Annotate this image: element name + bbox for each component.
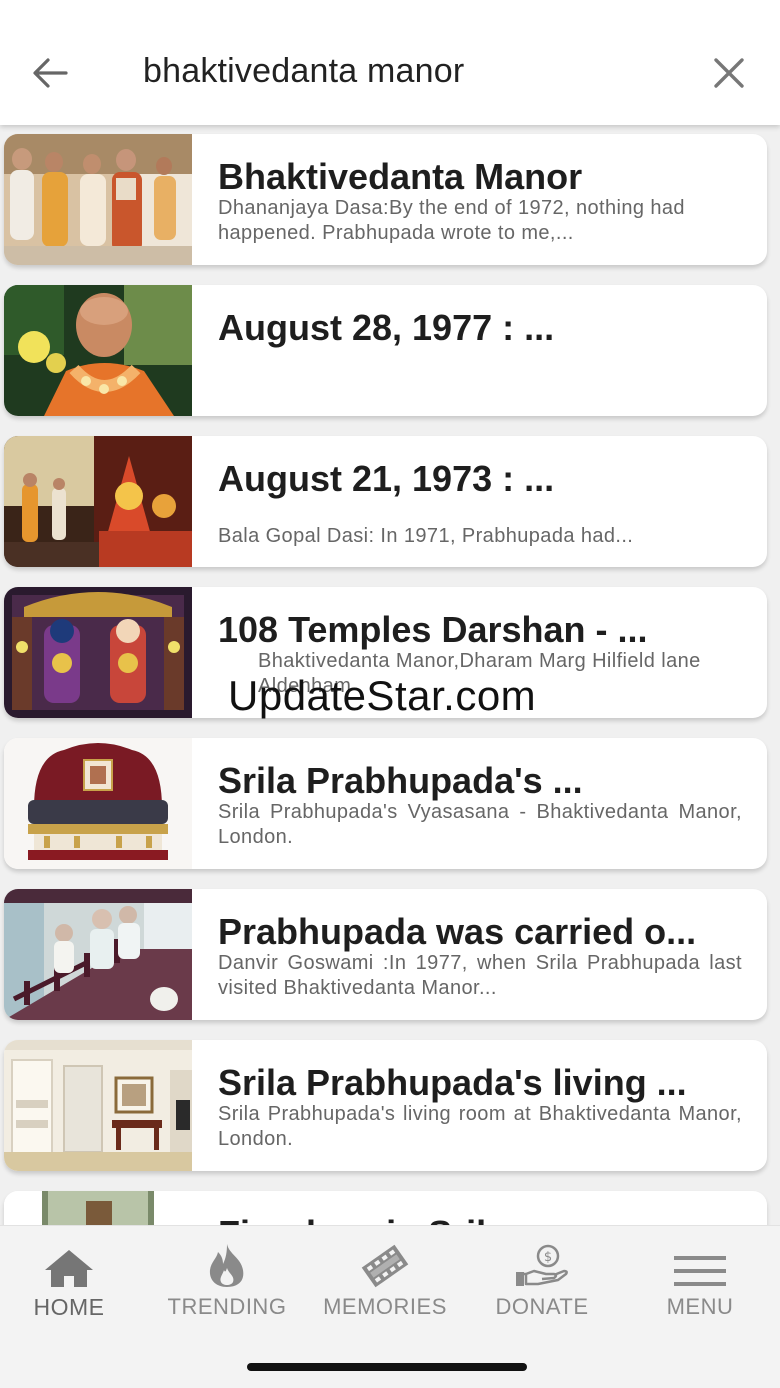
arrow-left-icon (33, 58, 68, 88)
result-title: Srila Prabhupada's ... (218, 760, 583, 801)
result-description: Dhananjaya Dasa:By the end of 1972, noth… (218, 197, 685, 244)
result-thumbnail (4, 587, 192, 718)
result-title: Fireplace in Srila (218, 1213, 748, 1225)
nav-trending[interactable]: TRENDING (152, 1240, 302, 1320)
result-title: August 21, 1973 : ... (218, 458, 555, 499)
nav-memories-label: MEMORIES (323, 1294, 447, 1319)
result-description: Srila Prabhupada's living room at Bhakti… (218, 1103, 742, 1150)
result-card[interactable]: Fireplace in Srila (4, 1191, 767, 1225)
result-thumbnail (4, 134, 192, 265)
result-title: Prabhupada was carried o... (218, 911, 697, 952)
result-card[interactable]: August 28, 1977 : ... (4, 285, 767, 416)
result-description: Bala Gopal Dasi: In 1971, Prabhupada had… (218, 525, 634, 547)
result-description: Danvir Goswami :In 1977, when Srila Prab… (218, 952, 742, 999)
nav-donate-label: DONATE (495, 1294, 589, 1319)
nav-home-label: HOME (33, 1294, 105, 1320)
flame-icon (209, 1244, 244, 1287)
result-thumbnail (4, 889, 192, 1020)
film-icon (361, 1244, 409, 1288)
result-title: August 28, 1977 : ... (218, 307, 555, 348)
result-thumbnail (4, 285, 192, 416)
clear-search-button[interactable] (710, 56, 748, 92)
nav-menu[interactable]: MENU (625, 1240, 775, 1320)
home-icon (45, 1250, 93, 1287)
nav-trending-label: TRENDING (167, 1294, 287, 1319)
svg-text:$: $ (544, 1250, 552, 1265)
watermark: UpdateStar.com (228, 672, 537, 719)
result-card[interactable]: Prabhupada was carried o... Danvir Goswa… (4, 889, 767, 1020)
result-description: Srila Prabhupada's Vyasasana - Bhaktived… (218, 801, 742, 848)
nav-donate[interactable]: $ DONATE (467, 1240, 617, 1320)
search-app-bar: bhaktivedanta manor (0, 0, 780, 125)
search-input[interactable]: bhaktivedanta manor (143, 52, 464, 91)
result-card[interactable]: Srila Prabhupada's ... Srila Prabhupada'… (4, 738, 767, 869)
nav-memories[interactable]: MEMORIES (310, 1240, 460, 1320)
hamburger-icon (674, 1256, 726, 1286)
result-card[interactable]: Bhaktivedanta Manor Dhananjaya Dasa:By t… (4, 134, 767, 265)
result-card[interactable]: August 21, 1973 : ... Bala Gopal Dasi: I… (4, 436, 767, 567)
result-thumbnail (4, 1040, 192, 1171)
result-title: Srila Prabhupada's living ... (218, 1062, 687, 1103)
hand-coin-icon: $ (516, 1244, 568, 1286)
back-button[interactable] (30, 55, 70, 91)
result-thumbnail (4, 1191, 192, 1225)
result-thumbnail (4, 738, 192, 869)
result-title: 108 Temples Darshan - ... (218, 609, 648, 650)
nav-menu-label: MENU (666, 1294, 734, 1319)
close-icon (714, 58, 744, 88)
result-card[interactable]: Srila Prabhupada's living ... Srila Prab… (4, 1040, 767, 1171)
nav-home[interactable]: HOME (0, 1240, 144, 1321)
result-title: Bhaktivedanta Manor (218, 156, 583, 197)
result-thumbnail (4, 436, 192, 567)
home-indicator[interactable] (247, 1363, 527, 1371)
